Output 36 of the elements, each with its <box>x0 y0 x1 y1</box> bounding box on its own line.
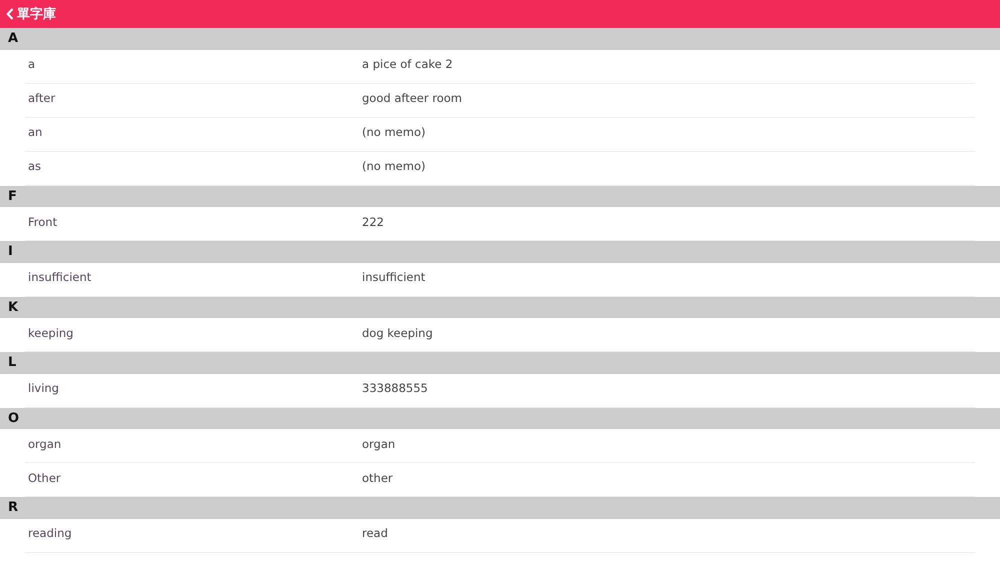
memo-text: 222 <box>362 214 384 228</box>
memo-text: (no memo) <box>362 159 426 173</box>
memo-text: 333888555 <box>362 381 428 395</box>
word-row[interactable]: after good afteer room <box>25 84 975 118</box>
word-text: living <box>27 381 60 395</box>
word-text: reading <box>27 526 73 540</box>
word-text: as <box>27 159 42 173</box>
section-letter: K <box>8 300 18 315</box>
word-row[interactable]: a a pice of cake 2 <box>25 50 975 84</box>
section-letter: R <box>8 500 18 516</box>
back-button[interactable]: 單字庫 <box>4 3 58 25</box>
section-letter: O <box>8 410 20 426</box>
memo-text: other <box>362 470 393 484</box>
back-icon <box>6 8 14 20</box>
section-letter: L <box>8 355 16 370</box>
section-letter: A <box>8 31 18 46</box>
memo-text: read <box>362 526 388 540</box>
memo-text: a pice of cake 2 <box>362 57 453 71</box>
word-row[interactable]: reading read <box>25 518 975 552</box>
word-row[interactable]: organ organ <box>25 429 975 463</box>
word-text: after <box>27 91 56 105</box>
word-text: organ <box>27 436 62 450</box>
word-text: Other <box>27 470 62 484</box>
section-letter: F <box>8 188 17 204</box>
memo-text: (no memo) <box>362 125 426 139</box>
word-row[interactable]: an (no memo) <box>25 118 975 152</box>
word-text: Front <box>27 214 58 228</box>
memo-text: organ <box>362 436 396 450</box>
word-text: a <box>27 57 36 71</box>
word-text: keeping <box>27 326 74 340</box>
memo-text: insufficient <box>362 270 426 284</box>
word-text: an <box>27 125 44 139</box>
word-text: insufficient <box>27 270 92 284</box>
section-letter: I <box>8 244 13 260</box>
memo-text: dog keeping <box>362 326 433 340</box>
memo-text: good afteer room <box>362 91 462 105</box>
